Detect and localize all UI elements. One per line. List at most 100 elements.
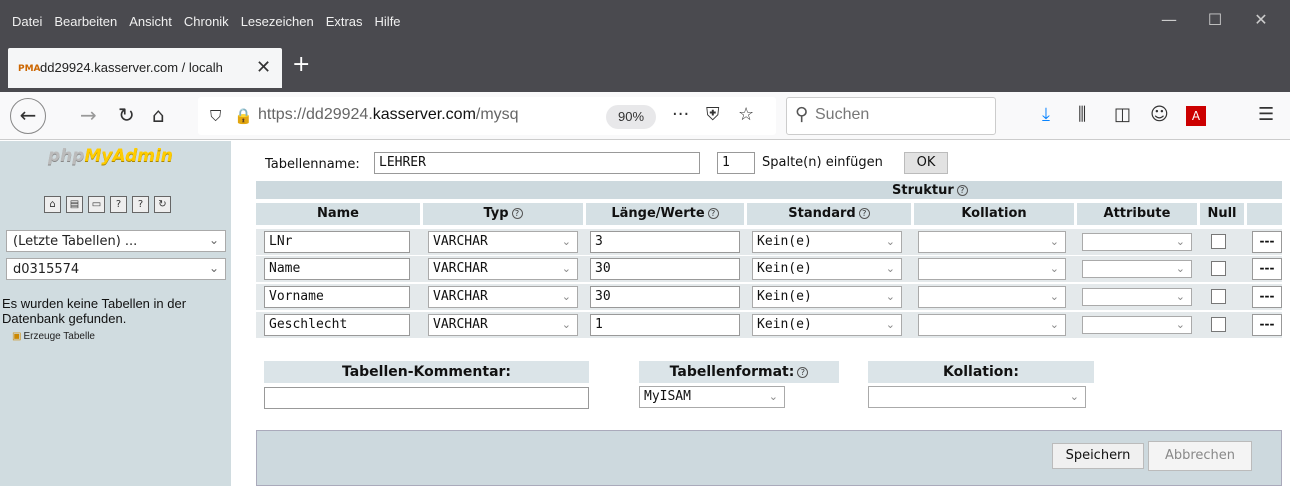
table-format-select[interactable]: MyISAM ⌄ <box>639 386 785 408</box>
chevron-down-icon: ⌄ <box>561 235 571 248</box>
menu-bar: Datei Bearbeiten Ansicht Chronik Lesezei… <box>12 14 413 29</box>
library-icon[interactable]: ⫼ <box>1078 104 1086 125</box>
column-type-select[interactable]: VARCHAR ⌄ <box>428 258 578 280</box>
column-collation-select[interactable]: ⌄ <box>918 258 1066 280</box>
zoom-badge[interactable]: 90% <box>606 105 656 129</box>
chevron-down-icon: ⌄ <box>1049 262 1059 275</box>
column-type-select[interactable]: VARCHAR ⌄ <box>428 231 578 253</box>
help-icon[interactable]: ? <box>511 208 523 219</box>
chevron-down-icon: ⌄ <box>768 390 778 403</box>
url-text[interactable]: https://dd29924.kasserver.com/mysq <box>258 106 598 124</box>
chevron-down-icon: ⌄ <box>885 290 895 303</box>
column-attributes-select[interactable]: ⌄ <box>1082 316 1192 334</box>
column-more-button[interactable]: --- <box>1252 258 1282 280</box>
column-type-select[interactable]: VARCHAR ⌄ <box>428 314 578 336</box>
column-default-select[interactable]: Kein(e) ⌄ <box>752 231 902 253</box>
menu-ansicht[interactable]: Ansicht <box>129 14 172 29</box>
column-name-input[interactable]: LNr <box>264 231 410 253</box>
lock-icon[interactable]: 🔒 <box>234 107 253 125</box>
column-name-input[interactable]: Vorname <box>264 286 410 308</box>
create-table-link[interactable]: ▣ Erzeuge Tabelle <box>12 331 95 342</box>
column-collation-select[interactable]: ⌄ <box>918 231 1066 253</box>
exit-icon[interactable]: ▤ <box>66 196 83 213</box>
column-null-checkbox[interactable] <box>1211 234 1226 249</box>
docs-icon[interactable]: ? <box>110 196 127 213</box>
add-columns-ok-button[interactable]: OK <box>904 152 948 174</box>
sidebar-icon-row: ⌂ ▤ ▭ ? ? ↻ <box>44 196 171 213</box>
cancel-button[interactable]: Abbrechen <box>1148 441 1252 471</box>
column-length-input[interactable]: 30 <box>590 258 740 280</box>
menu-datei[interactable]: Datei <box>12 14 42 29</box>
back-icon[interactable]: ← <box>10 98 46 134</box>
star-icon[interactable]: ☆ <box>738 104 754 125</box>
column-null-checkbox[interactable] <box>1211 289 1226 304</box>
home-icon[interactable]: ⌂ <box>152 103 165 127</box>
maximize-icon[interactable]: ☐ <box>1192 10 1238 29</box>
browser-tab[interactable]: PMA dd29924.kasserver.com / localh ✕ <box>8 48 282 88</box>
database-select[interactable]: d0315574 ⌄ <box>6 258 226 280</box>
pdf-icon[interactable]: A <box>1186 106 1206 126</box>
column-null-checkbox[interactable] <box>1211 261 1226 276</box>
menu-extras[interactable]: Extras <box>326 14 363 29</box>
recent-tables-select[interactable]: (Letzte Tabellen) ... ⌄ <box>6 230 226 252</box>
help-icon[interactable]: ? <box>797 366 809 378</box>
table-name-input[interactable]: LEHRER <box>374 152 700 174</box>
search-box[interactable]: ⚲ Suchen <box>786 97 996 135</box>
download-icon[interactable]: ⤓ <box>1042 104 1050 125</box>
chevron-down-icon: ⌄ <box>561 290 571 303</box>
close-icon[interactable]: ✕ <box>1238 10 1284 29</box>
chevron-down-icon: ⌄ <box>208 261 219 275</box>
table-format-header: Tabellenformat:? <box>639 361 839 383</box>
menu-hilfe[interactable]: Hilfe <box>375 14 401 29</box>
menu-chronik[interactable]: Chronik <box>184 14 229 29</box>
column-default-select[interactable]: Kein(e) ⌄ <box>752 314 902 336</box>
column-attributes-select[interactable]: ⌄ <box>1082 260 1192 278</box>
tab-close-icon[interactable]: ✕ <box>256 57 271 78</box>
column-default-select[interactable]: Kein(e) ⌄ <box>752 258 902 280</box>
column-attributes-select[interactable]: ⌄ <box>1082 233 1192 251</box>
structure-header <box>256 181 1282 199</box>
docs-sql-icon[interactable]: ? <box>132 196 149 213</box>
column-more-button[interactable]: --- <box>1252 231 1282 253</box>
menu-bearbeiten[interactable]: Bearbeiten <box>54 14 117 29</box>
structure-label: Struktur? <box>892 183 968 198</box>
help-icon[interactable]: ? <box>707 208 719 219</box>
hamburger-menu-icon[interactable]: ☰ <box>1258 104 1274 125</box>
account-icon[interactable]: ☺ <box>1150 104 1169 125</box>
column-name-input[interactable]: Geschlecht <box>264 314 410 336</box>
sidebar-icon[interactable]: ◫ <box>1114 104 1131 125</box>
column-name-input[interactable]: Name <box>264 258 410 280</box>
table-collation-select[interactable]: ⌄ <box>868 386 1086 408</box>
help-icon[interactable]: ? <box>858 208 870 219</box>
sql-icon[interactable]: ▭ <box>88 196 105 213</box>
column-type-select[interactable]: VARCHAR ⌄ <box>428 286 578 308</box>
column-length-input[interactable]: 3 <box>590 231 740 253</box>
phpmyadmin-logo[interactable]: phpMyAdmin <box>48 146 173 166</box>
column-length-input[interactable]: 30 <box>590 286 740 308</box>
chevron-down-icon: ⌄ <box>561 262 571 275</box>
column-collation-select[interactable]: ⌄ <box>918 314 1066 336</box>
column-collation-select[interactable]: ⌄ <box>918 286 1066 308</box>
more-icon[interactable]: ··· <box>672 104 689 125</box>
column-length-input[interactable]: 1 <box>590 314 740 336</box>
home-icon[interactable]: ⌂ <box>44 196 61 213</box>
reload-icon[interactable]: ↻ <box>118 103 135 127</box>
column-more-button[interactable]: --- <box>1252 286 1282 308</box>
shield-icon[interactable]: ⛉ <box>210 107 221 125</box>
pocket-icon[interactable]: ⛨ <box>706 104 720 125</box>
column-null-checkbox[interactable] <box>1211 317 1226 332</box>
minimize-icon[interactable]: — <box>1146 10 1192 29</box>
help-icon[interactable]: ? <box>956 185 968 196</box>
add-columns-count-input[interactable]: 1 <box>717 152 755 174</box>
table-comment-input[interactable] <box>264 387 589 409</box>
forward-icon[interactable]: → <box>80 103 97 127</box>
no-tables-message: Es wurden keine Tabellen in der Datenban… <box>2 296 187 326</box>
new-tab-icon[interactable]: + <box>292 52 310 77</box>
save-button[interactable]: Speichern <box>1052 443 1144 469</box>
column-default-select[interactable]: Kein(e) ⌄ <box>752 286 902 308</box>
reload-icon[interactable]: ↻ <box>154 196 171 213</box>
menu-lesezeichen[interactable]: Lesezeichen <box>241 14 314 29</box>
column-attributes-select[interactable]: ⌄ <box>1082 288 1192 306</box>
chevron-down-icon: ⌄ <box>1175 290 1185 303</box>
column-more-button[interactable]: --- <box>1252 314 1282 336</box>
